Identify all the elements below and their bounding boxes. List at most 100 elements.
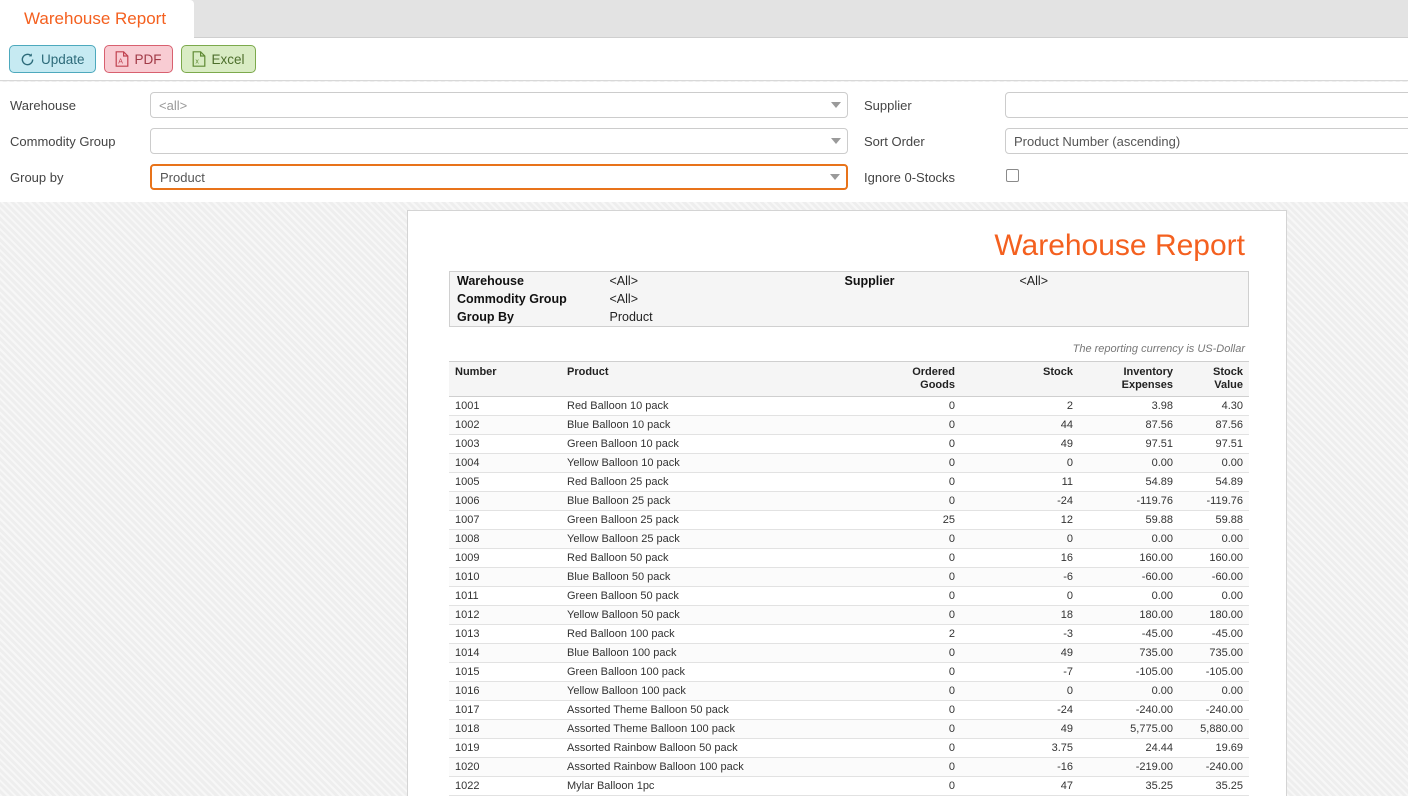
cell-product[interactable]: Red Balloon 10 pack [561,396,839,417]
meta-group-by-label: Group By [457,310,514,324]
table-row[interactable]: 1018 Assorted Theme Balloon 100 pack 0 49 5,… [449,719,1249,740]
cell-stock-value: 735.00 [1179,643,1249,664]
supplier-input[interactable] [1005,92,1408,118]
cell-stock: 2 [961,396,1079,417]
cell-product[interactable]: Assorted Theme Balloon 50 pack [561,700,839,721]
column-header-number[interactable]: Number [449,360,561,398]
cell-inventory-expenses: -119.76 [1079,491,1179,512]
chevron-down-icon[interactable] [824,166,846,188]
chevron-down-icon[interactable] [825,93,847,117]
cell-product[interactable]: Blue Balloon 10 pack [561,415,839,436]
column-header-ordered-goods[interactable]: Ordered Goods [839,360,961,398]
table-row[interactable]: 1010 Blue Balloon 50 pack 0 -6 -60.00 -60.00 [449,567,1249,588]
report-title: Warehouse Report [994,229,1245,262]
cell-product[interactable]: Red Balloon 25 pack [561,472,839,493]
column-header-inventory-expenses[interactable]: Inventory Expenses [1079,360,1179,398]
cell-product[interactable]: Red Balloon 50 pack [561,548,839,569]
table-row[interactable]: 1008 Yellow Balloon 25 pack 0 0 0.00 0.00 [449,529,1249,550]
cell-product[interactable]: Assorted Rainbow Balloon 100 pack [561,757,839,778]
column-header-stock[interactable]: Stock [961,360,1079,398]
ignore-zero-stocks-checkbox[interactable] [1006,169,1019,182]
cell-product[interactable]: Yellow Balloon 25 pack [561,529,839,550]
column-header-product[interactable]: Product [561,360,839,398]
cell-product[interactable]: Blue Balloon 50 pack [561,567,839,588]
chevron-down-icon[interactable] [825,129,847,153]
cell-ordered-goods: 0 [839,719,961,740]
cell-ordered-goods: 0 [839,757,961,778]
pdf-button[interactable]: A PDF [103,45,173,73]
cell-stock: -16 [961,757,1079,778]
sort-order-select[interactable]: Product Number (ascending) [1005,128,1408,154]
excel-button[interactable]: x Excel [180,45,256,73]
group-by-select[interactable]: Product [150,164,848,190]
update-button[interactable]: Update [9,45,96,73]
meta-row: Group By Product [450,308,1249,327]
table-row[interactable]: 1020 Assorted Rainbow Balloon 100 pack 0 -1… [449,757,1249,778]
cell-product[interactable]: Mylar Balloon 1pc [561,776,839,796]
warehouse-select[interactable]: <all> [150,92,848,118]
sort-order-label: Sort Order [864,134,925,149]
cell-product[interactable]: Blue Balloon 100 pack [561,643,839,664]
cell-number: 1013 [449,624,561,645]
cell-number: 1012 [449,605,561,626]
table-row[interactable]: 1022 Mylar Balloon 1pc 0 47 35.25 35.25 [449,776,1249,796]
table-row[interactable]: 1003 Green Balloon 10 pack 0 49 97.51 97.51 [449,434,1249,455]
cell-ordered-goods: 0 [839,415,961,436]
table-row[interactable]: 1004 Yellow Balloon 10 pack 0 0 0.00 0.00 [449,453,1249,474]
table-row[interactable]: 1014 Blue Balloon 100 pack 0 49 735.00 735.00 [449,643,1249,664]
cell-product[interactable]: Green Balloon 100 pack [561,662,839,683]
cell-product[interactable]: Yellow Balloon 100 pack [561,681,839,702]
cell-inventory-expenses: -219.00 [1079,757,1179,778]
cell-product[interactable]: Green Balloon 50 pack [561,586,839,607]
tab-warehouse-report[interactable]: Warehouse Report [0,0,195,38]
cell-stock: -6 [961,567,1079,588]
cell-stock-value: 54.89 [1179,472,1249,493]
table-row[interactable]: 1017 Assorted Theme Balloon 50 pack 0 -24 -2… [449,700,1249,721]
cell-inventory-expenses: -60.00 [1079,567,1179,588]
cell-product[interactable]: Yellow Balloon 10 pack [561,453,839,474]
refresh-icon [20,52,35,67]
cell-product[interactable]: Assorted Rainbow Balloon 50 pack [561,738,839,759]
table-row[interactable]: 1011 Green Balloon 50 pack 0 0 0.00 0.00 [449,586,1249,607]
table-row[interactable]: 1006 Blue Balloon 25 pack 0 -24 -119.76 -119.… [449,491,1249,512]
table-row[interactable]: 1019 Assorted Rainbow Balloon 50 pack 0 3.7… [449,738,1249,759]
column-header-stock-value[interactable]: Stock Value [1179,360,1249,398]
meta-empty-cell [1020,308,1249,327]
cell-stock: 3.75 [961,738,1079,759]
table-row[interactable]: 1005 Red Balloon 25 pack 0 11 54.89 54.89 [449,472,1249,493]
commodity-group-select[interactable] [150,128,848,154]
cell-stock: 16 [961,548,1079,569]
cell-stock-value: -240.00 [1179,757,1249,778]
cell-product[interactable]: Assorted Theme Balloon 100 pack [561,719,839,740]
cell-ordered-goods: 0 [839,776,961,796]
cell-product[interactable]: Yellow Balloon 50 pack [561,605,839,626]
meta-warehouse-label: Warehouse [457,274,524,288]
cell-product[interactable]: Red Balloon 100 pack [561,624,839,645]
cell-product[interactable]: Green Balloon 25 pack [561,510,839,531]
cell-number: 1005 [449,472,561,493]
table-row[interactable]: 1007 Green Balloon 25 pack 25 12 59.88 59.88 [449,510,1249,531]
pdf-file-icon: A [115,51,129,67]
table-row[interactable]: 1013 Red Balloon 100 pack 2 -3 -45.00 -45.00 [449,624,1249,645]
cell-ordered-goods: 0 [839,491,961,512]
table-row[interactable]: 1016 Yellow Balloon 100 pack 0 0 0.00 0.00 [449,681,1249,702]
table-body: 1001 Red Balloon 10 pack 0 2 3.98 4.30 1002 Blu… [449,396,1249,796]
table-row[interactable]: 1009 Red Balloon 50 pack 0 16 160.00 160.00 [449,548,1249,569]
table-row[interactable]: 1001 Red Balloon 10 pack 0 2 3.98 4.30 [449,396,1249,417]
cell-product[interactable]: Blue Balloon 25 pack [561,491,839,512]
cell-number: 1003 [449,434,561,455]
cell-product[interactable]: Green Balloon 10 pack [561,434,839,455]
cell-stock: -3 [961,624,1079,645]
table-row[interactable]: 1015 Green Balloon 100 pack 0 -7 -105.00 -105… [449,662,1249,683]
meta-row: Commodity Group <All> [450,290,1249,308]
table-row[interactable]: 1002 Blue Balloon 10 pack 0 44 87.56 87.56 [449,415,1249,436]
cell-inventory-expenses: -105.00 [1079,662,1179,683]
cell-stock: -24 [961,491,1079,512]
cell-ordered-goods: 0 [839,738,961,759]
cell-stock-value: 160.00 [1179,548,1249,569]
cell-stock: 49 [961,643,1079,664]
table-row[interactable]: 1012 Yellow Balloon 50 pack 0 18 180.00 180.0… [449,605,1249,626]
cell-number: 1022 [449,776,561,796]
cell-stock: 49 [961,719,1079,740]
cell-inventory-expenses: 87.56 [1079,415,1179,436]
